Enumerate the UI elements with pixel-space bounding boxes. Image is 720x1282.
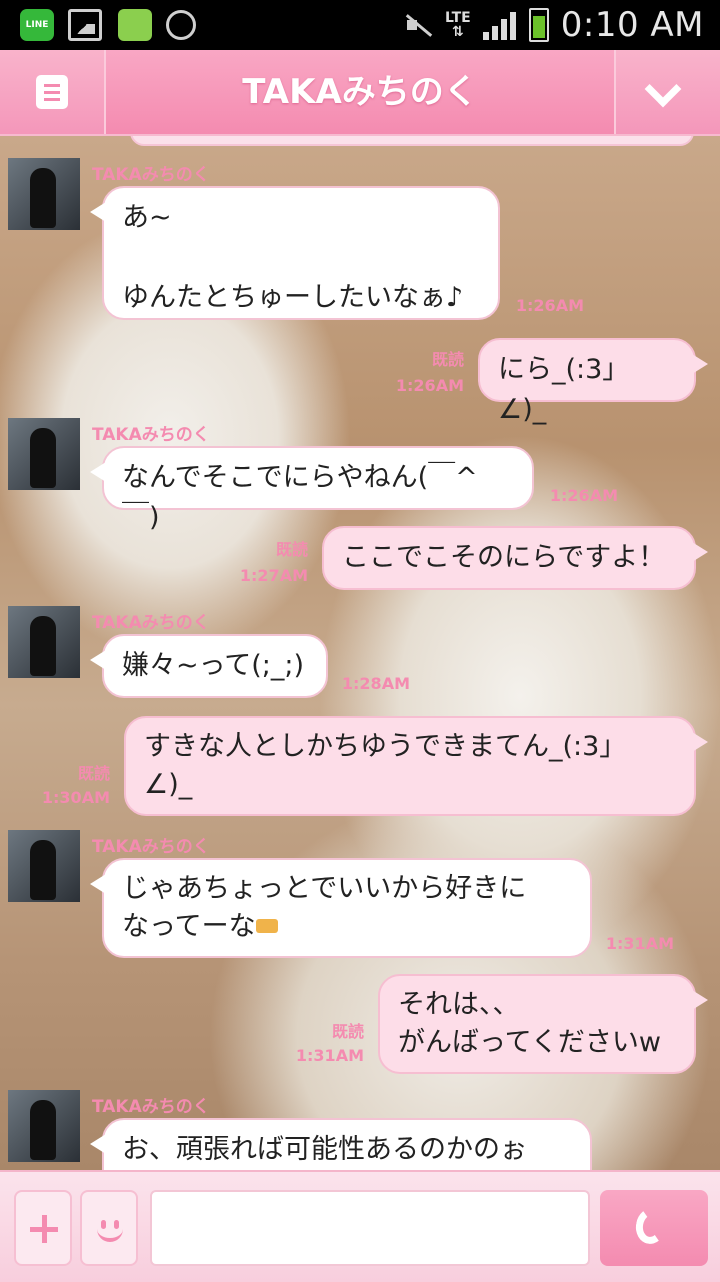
emoji-icon: [255, 918, 278, 933]
message-time: 1:26AM: [395, 376, 464, 395]
sender-name: TAKAみちのく: [92, 165, 210, 185]
avatar[interactable]: [8, 418, 80, 490]
message-bubble[interactable]: お、頑張れば可能性あるのかのぉ: [90, 1118, 592, 1170]
message-bubble[interactable]: それは、、 がんばってくださいw: [378, 974, 708, 1074]
attach-button[interactable]: [14, 1190, 72, 1266]
avatar[interactable]: [8, 1090, 80, 1162]
network-type: LTE ⇅: [445, 10, 471, 40]
message-bubble[interactable]: じゃあちょっとでいいから好きに なってーな: [90, 858, 592, 958]
message-time: 1:31AM: [295, 1046, 364, 1065]
sticker-app-icon: [118, 9, 152, 41]
message-input[interactable]: [150, 1190, 590, 1266]
menu-icon: [36, 75, 68, 109]
avatar[interactable]: [8, 606, 80, 678]
read-receipt: 既読: [431, 350, 464, 369]
chat-area[interactable]: TAKAみちのく あ~ ゆんたとちゅーしたいなぁ♪ 1:26AM 既読 1:26…: [0, 136, 720, 1170]
message-bubble[interactable]: あ~ ゆんたとちゅーしたいなぁ♪: [90, 186, 500, 320]
message-bubble[interactable]: なんでそこでにらやねん(￣^￣): [90, 446, 534, 533]
sender-name: TAKAみちのく: [92, 425, 210, 445]
message-bubble[interactable]: 嫌々~って(;_;): [90, 634, 328, 698]
sticker-button[interactable]: [80, 1190, 138, 1266]
message-time: 1:28AM: [341, 674, 410, 693]
sender-name: TAKAみちのく: [92, 613, 210, 633]
message-time: 1:26AM: [515, 296, 584, 315]
gallery-icon: [68, 9, 102, 41]
phone-icon: [632, 1208, 672, 1248]
menu-button[interactable]: [0, 50, 106, 134]
battery-icon: [528, 8, 549, 42]
read-receipt: 既読: [331, 1022, 364, 1041]
message-time: 1:31AM: [605, 934, 674, 953]
line-app-icon: LINE: [20, 9, 54, 41]
message-bubble[interactable]: にら_(:3」∠)_: [478, 338, 708, 425]
message-bubble[interactable]: すきな人としかちゆうできまてん_(:3」 ∠)_: [124, 716, 708, 816]
read-receipt: 既読: [275, 540, 308, 559]
status-bar: LINE LTE ⇅ 0:10 AM: [0, 0, 720, 50]
message-time: 1:27AM: [239, 566, 308, 585]
avatar[interactable]: [8, 830, 80, 902]
chevron-down-icon: [644, 70, 682, 108]
sender-name: TAKAみちのく: [92, 837, 210, 857]
mute-icon: [403, 12, 433, 38]
signal-icon: [482, 10, 517, 40]
smiley-icon: [95, 1214, 125, 1244]
sender-name: TAKAみちのく: [92, 1097, 210, 1117]
avatar[interactable]: [8, 158, 80, 230]
more-options-button[interactable]: [614, 50, 720, 134]
message-time: 1:26AM: [549, 486, 618, 505]
call-button[interactable]: [600, 1190, 708, 1266]
message-time: 1:30AM: [41, 788, 110, 807]
message-bubble[interactable]: ここでこそのにらですよ！: [322, 526, 708, 590]
clock: 0:10 AM: [560, 5, 704, 45]
chat-header: TAKAみちのく: [0, 50, 720, 136]
alarm-icon: [166, 10, 196, 40]
previous-message-bubble: [130, 136, 694, 146]
chat-title: TAKAみちのく: [242, 72, 478, 112]
read-receipt: 既読: [77, 764, 110, 783]
composer-bar: [0, 1170, 720, 1282]
